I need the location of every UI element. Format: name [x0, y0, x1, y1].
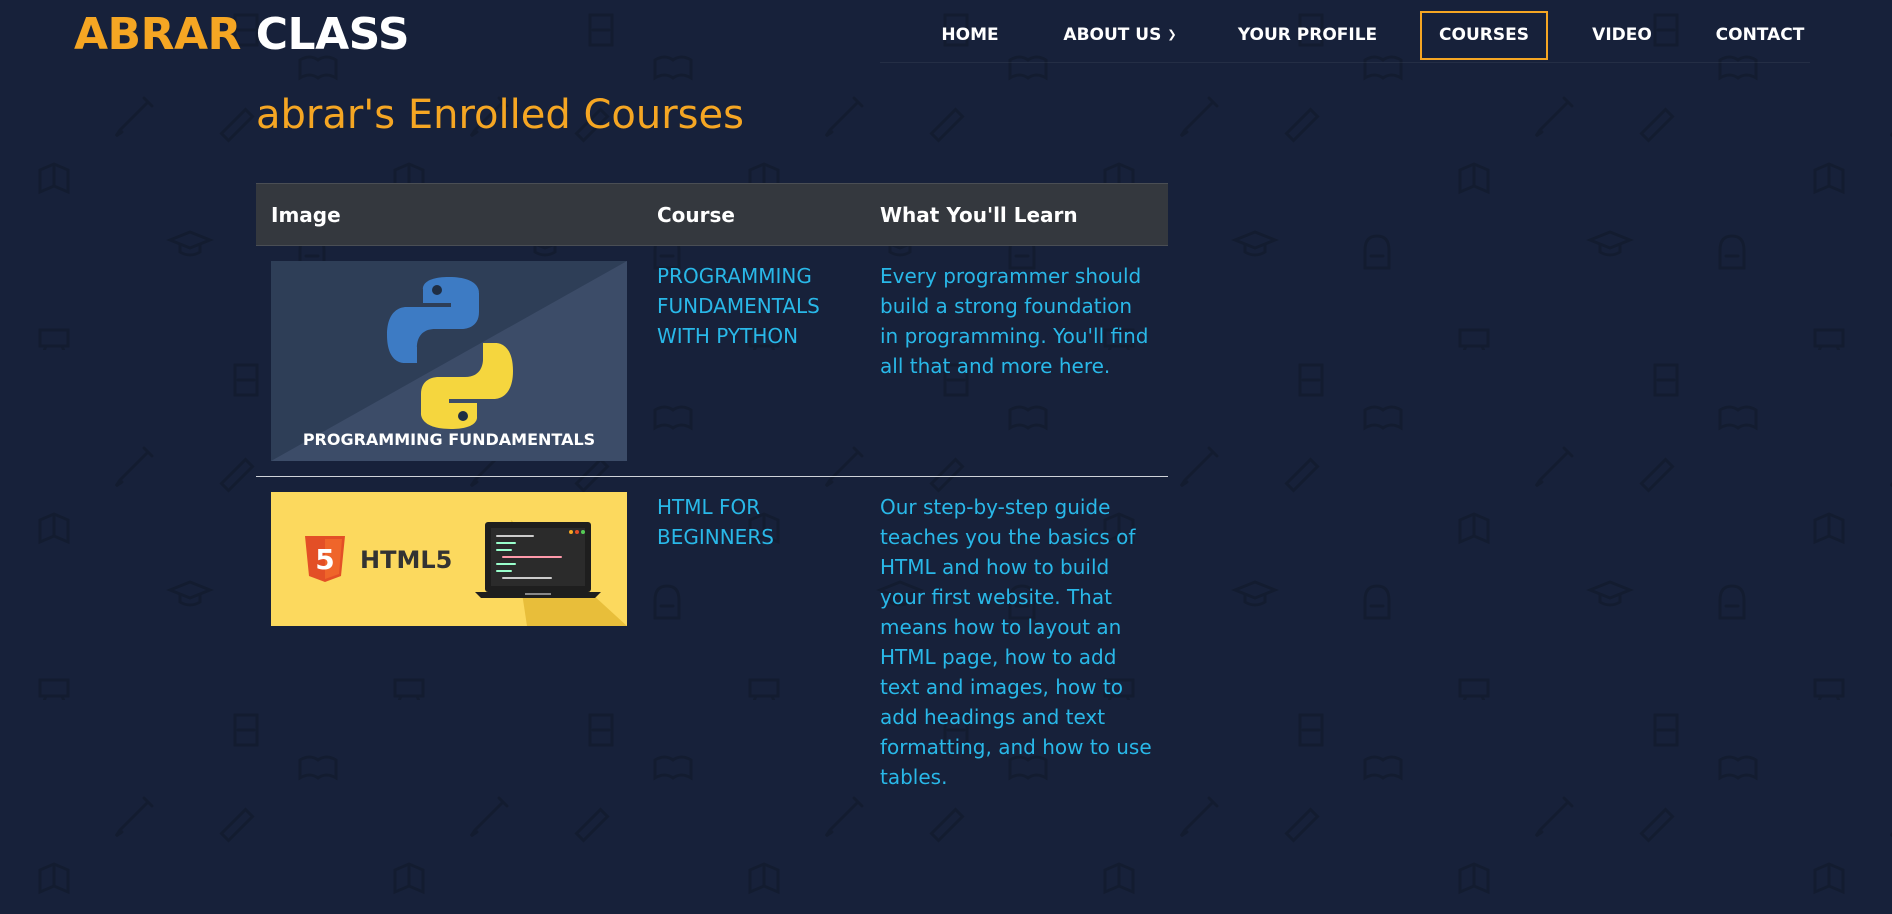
nav-about-us-dropdown[interactable]: ABOUT US ❯: [1050, 11, 1190, 60]
thumbnail-caption: PROGRAMMING FUNDAMENTALS: [303, 430, 595, 449]
column-header-learn: What You'll Learn: [865, 183, 1168, 246]
nav-courses-link[interactable]: COURSES: [1420, 11, 1548, 60]
enrolled-courses-table: Image Course What You'll Learn PROGRAMMI…: [256, 183, 1168, 807]
nav-contact-link[interactable]: CONTACT: [1700, 11, 1820, 60]
nav-divider: [880, 62, 1810, 63]
course-description-cell: Our step-by-step guide teaches you the b…: [880, 495, 1152, 789]
table-header-row: Image Course What You'll Learn: [256, 183, 1168, 246]
course-image-cell: PROGRAMMING FUNDAMENTALS: [256, 245, 642, 477]
course-link-python[interactable]: PROGRAMMING FUNDAMENTALS WITH PYTHON: [657, 264, 820, 348]
table-row: 5 HTML5 HTML FOR BEGINNERS Our step-by-s…: [256, 477, 1168, 808]
top-navbar: ABRAR CLASS HOME ABOUT US ❯ YOUR PROFILE …: [0, 0, 1892, 70]
nav-video-link[interactable]: VIDEO: [1580, 11, 1664, 60]
column-header-image: Image: [256, 183, 642, 246]
course-image-cell: 5 HTML5: [256, 477, 642, 808]
page-title: abrar's Enrolled Courses: [256, 92, 744, 138]
column-header-course: Course: [642, 183, 865, 246]
python-logo-image: PROGRAMMING FUNDAMENTALS: [271, 261, 627, 461]
html-course-thumbnail[interactable]: 5 HTML5: [271, 492, 627, 626]
nav-home-link[interactable]: HOME: [920, 11, 1020, 60]
chevron-down-icon: ❯: [1167, 28, 1177, 41]
course-name-cell: PROGRAMMING FUNDAMENTALS WITH PYTHON: [642, 245, 865, 477]
main-nav: HOME ABOUT US ❯ YOUR PROFILE COURSES VIDE…: [0, 11, 1892, 60]
table-row: PROGRAMMING FUNDAMENTALS PROGRAMMING FUN…: [256, 245, 1168, 477]
thumbnail-caption: HTML5: [360, 546, 452, 574]
html5-image: 5 HTML5: [271, 492, 627, 626]
laptop-illustration: [475, 522, 601, 598]
nav-about-label: ABOUT US: [1063, 25, 1162, 45]
nav-your-profile-link[interactable]: YOUR PROFILE: [1225, 11, 1390, 60]
svg-text:5: 5: [315, 543, 334, 576]
course-link-html[interactable]: HTML FOR BEGINNERS: [657, 495, 774, 549]
python-course-thumbnail[interactable]: PROGRAMMING FUNDAMENTALS: [271, 261, 627, 461]
course-name-cell: HTML FOR BEGINNERS: [642, 477, 865, 808]
html5-shield-icon: 5: [305, 536, 345, 582]
course-description-cell: Every programmer should build a strong f…: [865, 245, 1168, 477]
